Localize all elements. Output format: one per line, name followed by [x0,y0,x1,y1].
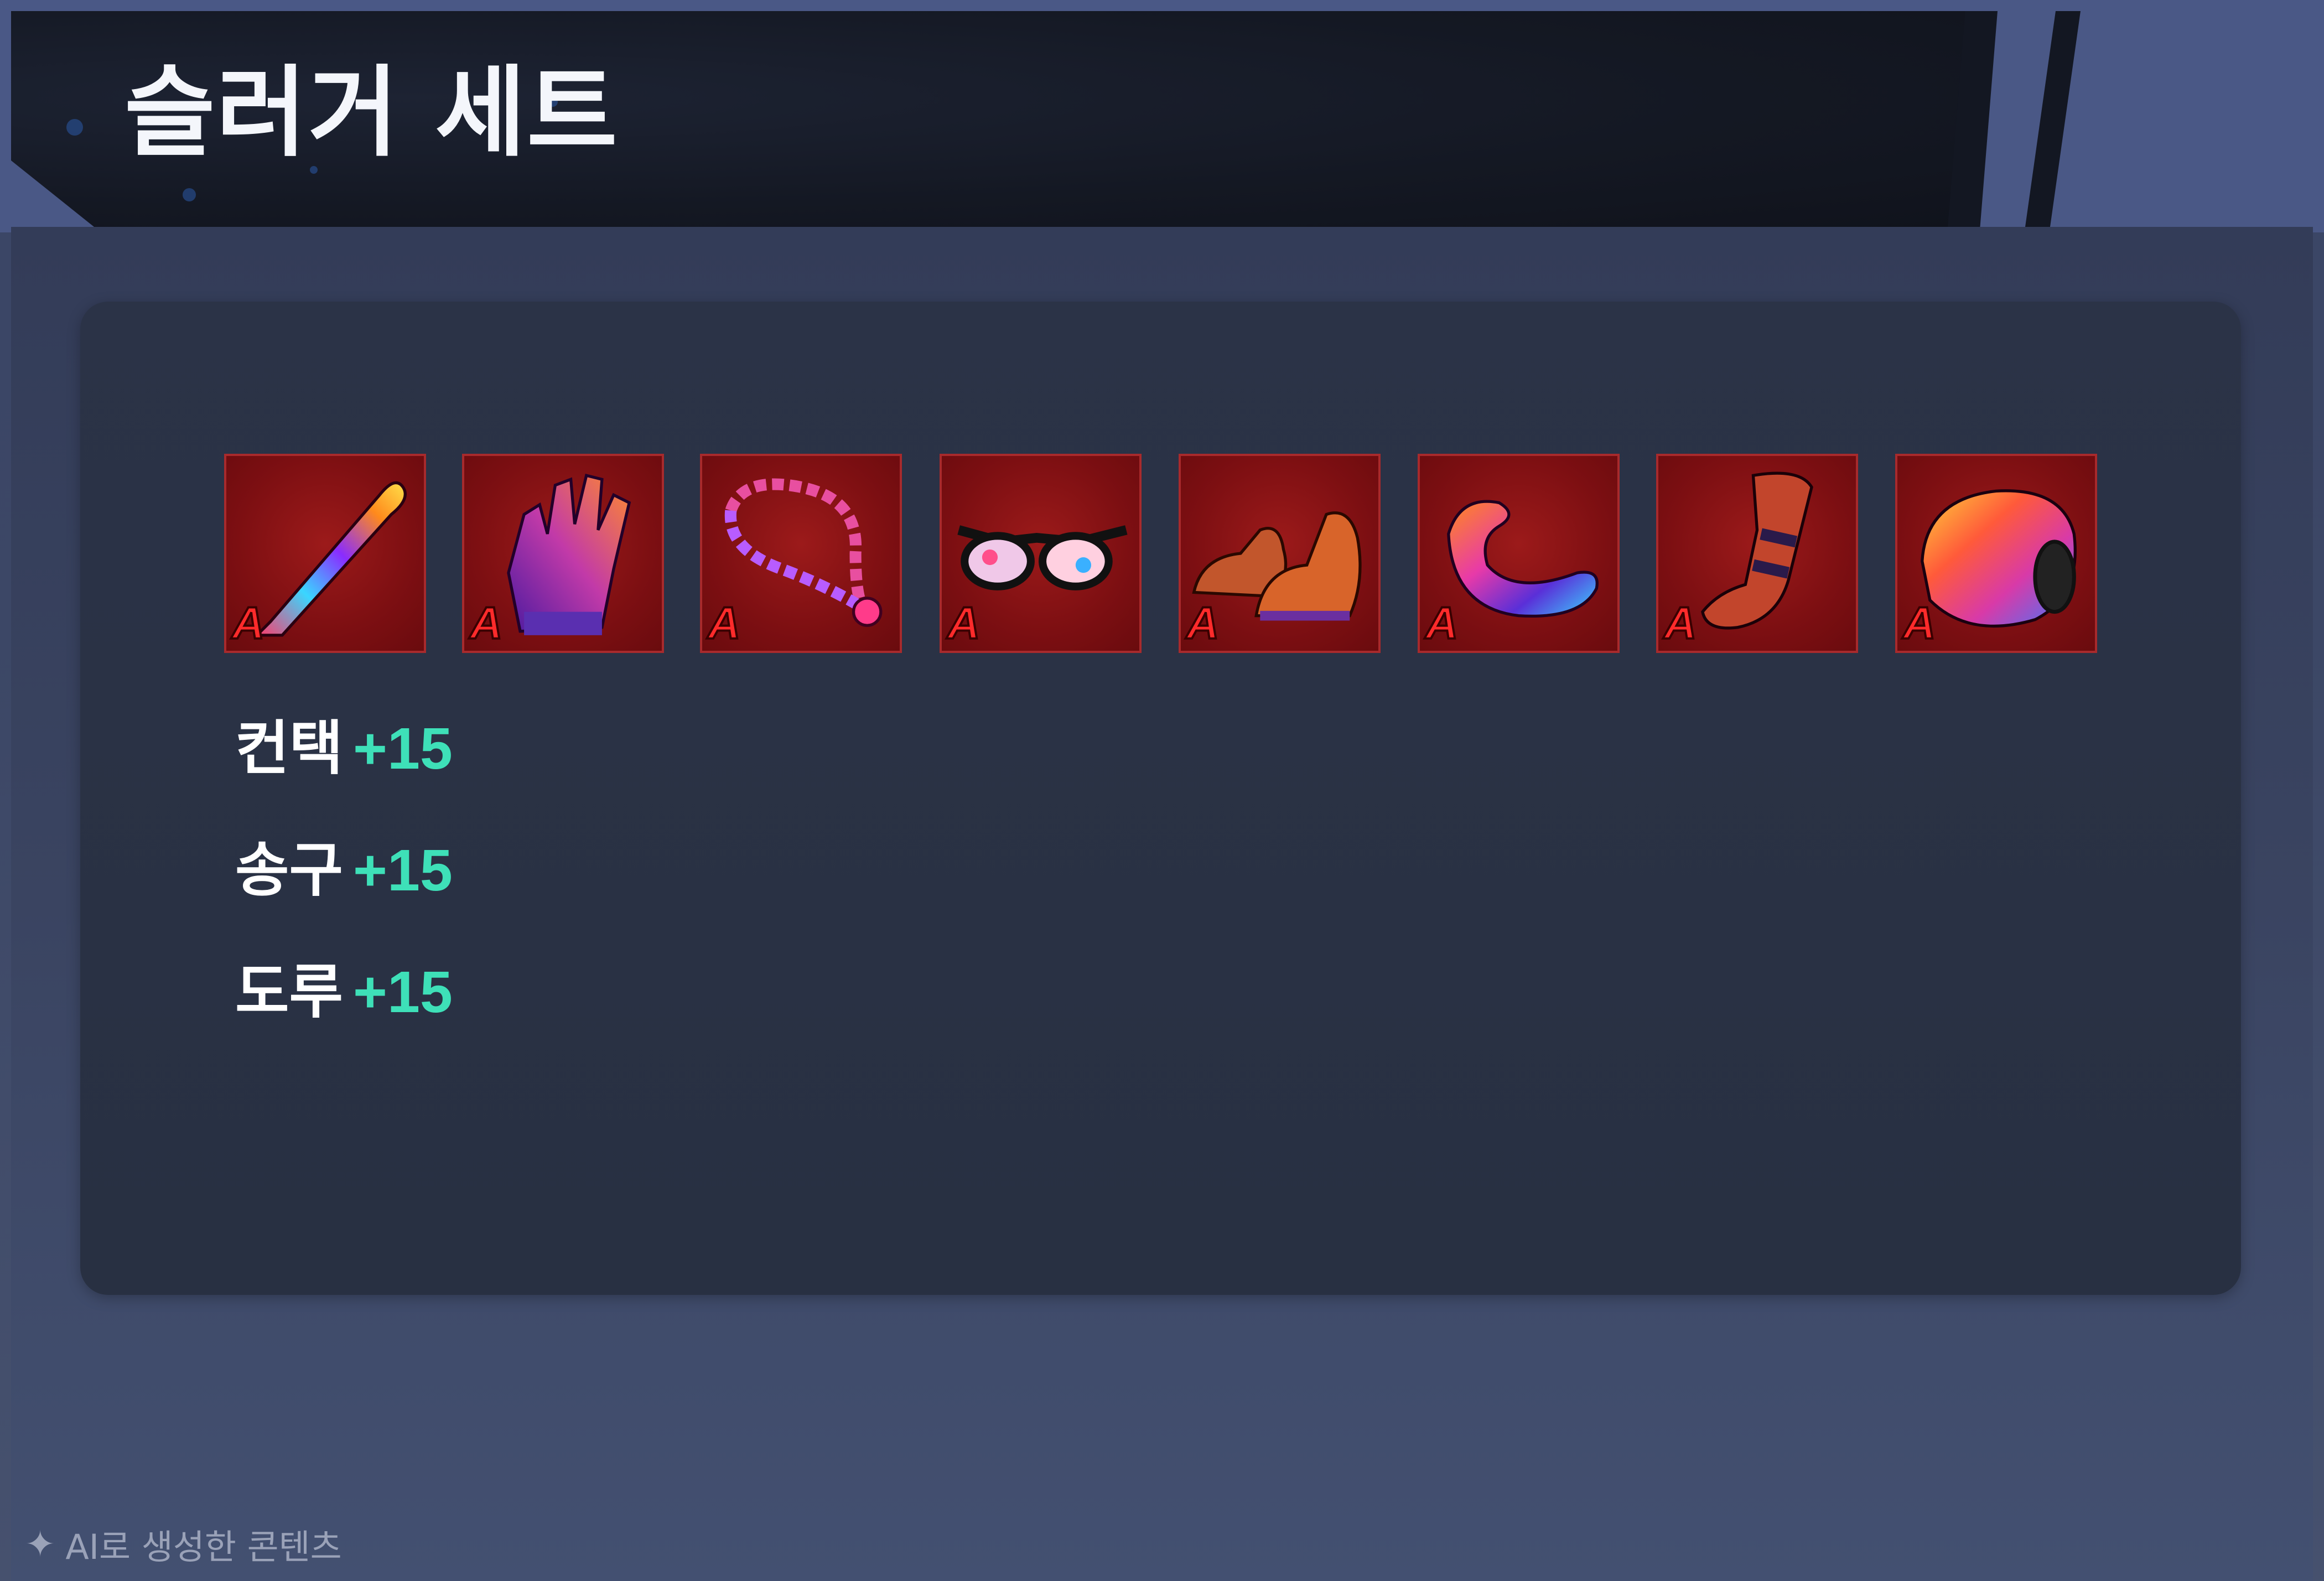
stat-value: +15 [353,960,453,1025]
set-item-wristband[interactable]: A [1895,454,2097,653]
set-info-card [80,302,2241,1295]
ai-generated-notice: ✦ AI로 생성한 콘텐츠 [25,1519,342,1569]
set-title: 슬러거 세트 [124,55,619,170]
stat-stealing: 도루 +15 [235,963,453,1022]
set-item-elbow-guard[interactable]: A [1418,454,1620,653]
stat-value: +15 [353,838,453,903]
grade-badge: A [1424,598,1459,649]
grade-badge: A [1902,598,1937,649]
header-band: 슬러거 세트 [0,0,2324,232]
set-item-necklace[interactable]: A [700,454,902,653]
stat-throwing: 송구 +15 [235,841,453,900]
grade-badge: A [231,598,266,649]
stat-label: 도루 [235,958,344,1026]
stat-contact: 컨택 +15 [235,716,453,781]
grade-badge: A [469,598,504,649]
ai-notice-text: AI로 생성한 콘텐츠 [65,1527,342,1567]
stat-label: 컨택 [235,714,344,782]
set-item-cleats[interactable]: A [1179,454,1381,653]
grade-badge: A [1185,598,1220,649]
set-item-sunglasses[interactable]: A [940,454,1142,653]
stat-value: +15 [353,716,453,781]
set-item-leg-guard[interactable]: A [1656,454,1858,653]
grade-badge: A [946,598,981,649]
set-item-bat[interactable]: A [224,454,426,653]
sparkle-icon: ✦ [25,1522,56,1566]
grade-badge: A [707,598,741,649]
stat-label: 송구 [235,836,344,904]
grade-badge: A [1663,598,1698,649]
sparkle-decoration [66,119,83,136]
header-stripe [2025,11,2081,227]
set-item-glove[interactable]: A [462,454,664,653]
sparkle-decoration [183,188,196,201]
